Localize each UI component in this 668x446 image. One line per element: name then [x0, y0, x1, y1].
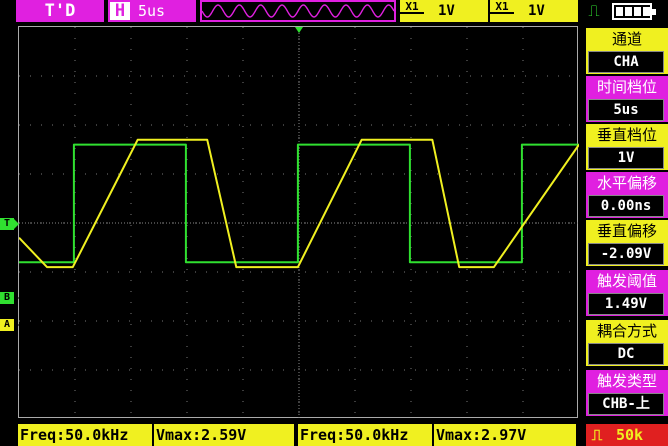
sample-rate-indicator[interactable]: ⎍ 50k [586, 424, 668, 446]
timebase-prefix: H [110, 2, 130, 20]
chb-vmax-readout: Vmax:2.97V [434, 424, 576, 446]
menu-item-title: 耦合方式 [596, 322, 657, 340]
scope-display[interactable] [18, 26, 579, 419]
menu-item-title: 触发类型 [596, 372, 657, 390]
cha-volts-indicator[interactable]: X1 1V [400, 0, 488, 22]
menu-item-6[interactable]: 耦合方式 DC [586, 320, 668, 366]
chb-probe-icon: X1 [490, 1, 514, 14]
menu-item-4[interactable]: 垂直偏移 -2.09V [586, 220, 668, 266]
menu-item-value: 0.00ns [588, 195, 664, 217]
trigger-edge-icon: ⎍ [588, 1, 600, 20]
menu-item-value: 5us [588, 99, 664, 121]
menu-item-value: DC [588, 343, 664, 365]
menu-item-1[interactable]: 时间档位 5us [586, 76, 668, 122]
menu-item-0[interactable]: 通道 CHA [586, 28, 668, 74]
mode-indicator[interactable]: T'D [16, 0, 104, 22]
chb-volts-indicator[interactable]: X1 1V [490, 0, 578, 22]
menu-item-value: 1.49V [588, 293, 664, 315]
menu-item-title: 垂直偏移 [596, 222, 657, 240]
cha-volts: 1V [438, 3, 455, 19]
menu-item-value: -2.09V [588, 243, 664, 265]
menu-item-2[interactable]: 垂直档位 1V [586, 124, 668, 170]
menu-item-title: 水平偏移 [596, 174, 657, 192]
menu-item-7[interactable]: 触发类型 CHB-上 [586, 370, 668, 416]
cha-vmax-readout: Vmax:2.59V [154, 424, 294, 446]
battery-icon [612, 3, 656, 20]
chb-offset-marker[interactable]: B [0, 292, 19, 304]
menu-item-title: 时间档位 [596, 78, 657, 96]
trigger-position-marker [295, 27, 303, 33]
cha-probe-icon: X1 [400, 1, 424, 14]
pulse-icon: ⎍ [591, 426, 603, 444]
menu-item-title: 通道 [611, 30, 642, 48]
sample-rate-value: 50k [616, 426, 644, 444]
chb-frequency-readout: Freq:50.0kHz [298, 424, 432, 446]
chb-volts: 1V [528, 3, 545, 19]
cha-offset-marker[interactable]: A [0, 319, 19, 331]
menu-item-value: CHA [588, 51, 664, 73]
preview-wave [201, 4, 395, 18]
menu-item-value: 1V [588, 147, 664, 169]
trigger-level-marker[interactable]: T [0, 218, 19, 230]
menu-item-title: 垂直档位 [596, 126, 657, 144]
scope-plot [19, 27, 579, 419]
timebase-indicator[interactable]: H 5us [108, 0, 196, 22]
menu-item-5[interactable]: 触发阈值 1.49V [586, 270, 668, 316]
menu-item-3[interactable]: 水平偏移 0.00ns [586, 172, 668, 218]
menu-item-title: 触发阈值 [596, 272, 657, 290]
menu-item-value: CHB-上 [588, 393, 664, 415]
timebase-value: 5us [138, 2, 166, 20]
waveform-preview [200, 0, 396, 22]
cha-frequency-readout: Freq:50.0kHz [18, 424, 152, 446]
